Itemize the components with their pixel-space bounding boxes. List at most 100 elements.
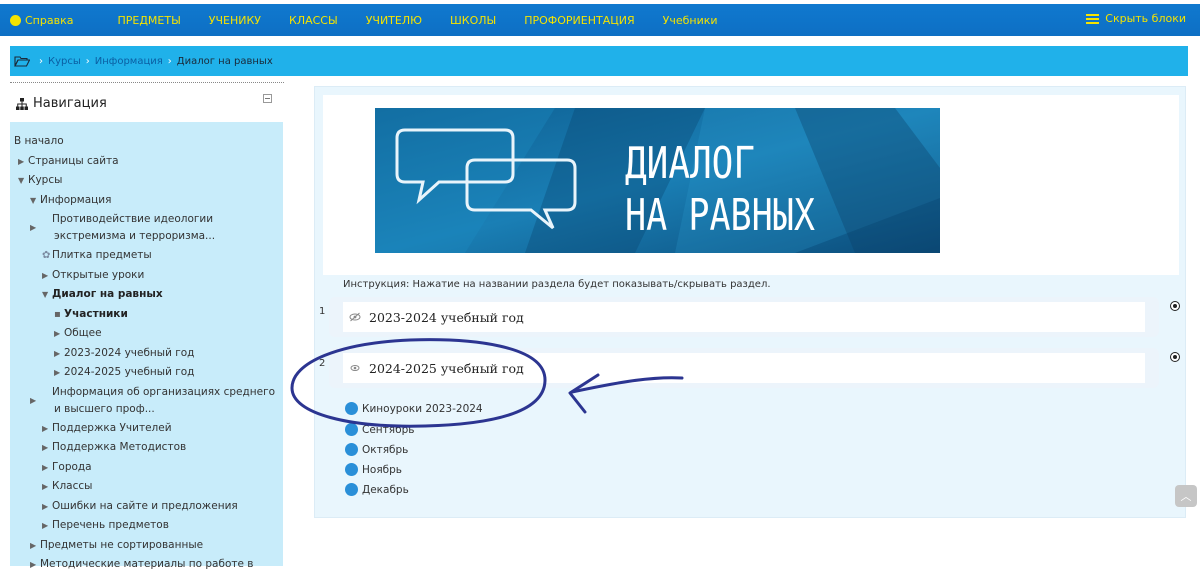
nav-label: Перечень предметов: [52, 519, 169, 531]
nav-info[interactable]: ▼ Информация: [10, 191, 283, 211]
caret-down-icon: ▼: [42, 290, 49, 299]
caret-right-icon: ▶: [42, 482, 49, 491]
hide-blocks-button[interactable]: Скрыть блоки: [1086, 12, 1186, 25]
nav-label: Открытые уроки: [52, 268, 145, 281]
breadcrumb-current: Диалог на равных: [176, 55, 273, 67]
section-1-title[interactable]: 2023-2024 учебный год: [343, 302, 1145, 332]
nav-teacher-support[interactable]: ▶ Поддержка Учителей: [10, 419, 283, 439]
nav-label: Поддержка Методистов: [52, 441, 187, 453]
help-link[interactable]: Справка: [10, 12, 73, 28]
nav-label: 2024-2025 учебный год: [64, 366, 195, 378]
nav-subjects-list[interactable]: ▶ Перечень предметов: [10, 516, 283, 536]
nav-classes[interactable]: ▶ Классы: [10, 477, 283, 497]
section-1-label: 2023-2024 учебный год: [369, 309, 524, 325]
link-september[interactable]: Сентябрь: [345, 423, 414, 436]
nav-label: Поддержка Учителей: [52, 421, 172, 434]
nav-orgs[interactable]: ▶ Информация об организациях среднего и в…: [10, 383, 283, 419]
caret-right-icon: ▶: [42, 270, 49, 280]
instruction-text: Инструкция: Нажатие на названии раздела …: [343, 279, 771, 290]
course-content: ДИАЛОГ НА РАВНЫХ Инструкция: Нажатие на …: [314, 86, 1186, 518]
caret-right-icon: ▶: [42, 521, 49, 530]
section-2-title[interactable]: 2024-2025 учебный год: [343, 353, 1145, 383]
breadcrumb-courses[interactable]: Курсы: [48, 56, 81, 67]
caret-right-icon: ▶: [42, 423, 49, 433]
nav-extremism[interactable]: ▶ Противодействие идеологии экстремизма и…: [10, 210, 283, 246]
nav-year-2023[interactable]: ▶ 2023-2024 учебный год: [10, 344, 283, 364]
url-link-icon: [345, 483, 358, 496]
menu-teacher[interactable]: УЧИТЕЛЮ: [366, 12, 422, 28]
caret-right-icon: ▶: [30, 560, 37, 569]
url-link-icon: [345, 463, 358, 476]
breadcrumb-info[interactable]: Информация: [95, 56, 163, 67]
caret-right-icon: ▶: [54, 368, 61, 377]
menu-classes[interactable]: КЛАССЫ: [289, 12, 338, 28]
folder-open-icon[interactable]: [14, 55, 30, 67]
link-november[interactable]: Ноябрь: [345, 463, 402, 476]
nav-label: Предметы не сортированные: [40, 538, 204, 551]
nav-label: Ошибки на сайте и предложения: [52, 499, 238, 512]
navigation-block: Навигация В начало ▶ Страницы сайта ▼ Курс…: [10, 82, 284, 570]
top-menu: Справка ПРЕДМЕТЫ УЧЕНИКУ КЛАССЫ УЧИТЕЛЮ …: [10, 12, 746, 28]
top-navbar: Справка ПРЕДМЕТЫ УЧЕНИКУ КЛАССЫ УЧИТЕЛЮ …: [0, 0, 1200, 36]
menu-textbooks[interactable]: Учебники: [663, 12, 718, 28]
nav-label: Страницы сайта: [28, 154, 119, 167]
nav-participants[interactable]: ▪ Участники: [10, 305, 283, 325]
menu-career[interactable]: ПРОФОРИЕНТАЦИЯ: [524, 12, 634, 28]
url-link-icon: [345, 443, 358, 456]
link-december[interactable]: Декабрь: [345, 483, 409, 496]
nav-cities[interactable]: ▶ Города: [10, 458, 283, 478]
caret-right-icon: ▶: [30, 540, 37, 550]
eye-icon[interactable]: [349, 363, 361, 373]
nav-errors[interactable]: ▶ Ошибки на сайте и предложения: [10, 497, 283, 517]
link-label: Сентябрь: [362, 423, 415, 436]
nav-label: Противодействие идеологии экстремизма и …: [52, 213, 216, 242]
caret-right-icon: ▶: [30, 223, 37, 232]
nav-methodist-support[interactable]: ▶ Поддержка Методистов: [10, 438, 283, 458]
nav-year-2024[interactable]: ▶ 2024-2025 учебный год: [10, 363, 283, 383]
scroll-to-top-button[interactable]: ︿: [1175, 485, 1197, 507]
banner-title-line2: НА РАВНЫХ: [625, 190, 815, 241]
section-2-toggle-icon[interactable]: [1170, 352, 1180, 362]
section-number: 1: [319, 306, 326, 317]
url-link-icon: [345, 423, 358, 436]
breadcrumb-separator: ›: [167, 55, 172, 67]
link-kinouroki[interactable]: Киноуроки 2023-2024: [345, 402, 483, 415]
nav-unsorted[interactable]: ▶ Предметы не сортированные: [10, 536, 283, 556]
caret-down-icon: ▼: [30, 195, 37, 205]
nav-home[interactable]: В начало: [10, 132, 283, 152]
nav-open-lessons[interactable]: ▶ Открытые уроки: [10, 266, 283, 286]
eye-slash-icon[interactable]: [349, 312, 361, 322]
nav-label: Информация об организациях среднего и вы…: [52, 385, 276, 415]
nav-dialog[interactable]: ▼ Диалог на равных: [10, 285, 283, 305]
help-globe-icon: [10, 14, 21, 26]
nav-label: Информация: [40, 193, 112, 206]
menu-schools[interactable]: ШКОЛЫ: [450, 12, 496, 28]
hide-blocks-icon: [1086, 13, 1100, 24]
caret-right-icon: ▶: [54, 348, 61, 358]
menu-subjects[interactable]: ПРЕДМЕТЫ: [117, 12, 180, 28]
nav-label: Диалог на равных: [52, 288, 163, 300]
nav-tile-subjects[interactable]: ✿ Плитка предметы: [10, 246, 283, 266]
course-banner: ДИАЛОГ НА РАВНЫХ: [375, 108, 940, 253]
nav-label: Классы: [52, 480, 93, 492]
menu-student[interactable]: УЧЕНИКУ: [209, 12, 261, 28]
nav-general[interactable]: ▶ Общее: [10, 324, 283, 344]
breadcrumb: › Курсы › Информация › Диалог на равных: [10, 46, 1188, 76]
nav-label: Участники: [64, 307, 128, 320]
nav-label: Города: [52, 460, 92, 473]
nav-label: 2023-2024 учебный год: [64, 346, 195, 359]
banner-image: ДИАЛОГ НА РАВНЫХ: [375, 108, 940, 253]
nav-label: Курсы: [28, 174, 63, 186]
divider: [10, 82, 284, 83]
chevron-up-icon: ︿: [1180, 490, 1192, 503]
caret-right-icon: ▶: [18, 156, 25, 166]
link-october[interactable]: Октябрь: [345, 443, 408, 456]
caret-right-icon: ▶: [30, 395, 37, 405]
section-1-toggle-icon[interactable]: [1170, 301, 1180, 311]
section-number: 2: [319, 358, 326, 369]
nav-courses[interactable]: ▼ Курсы: [10, 171, 283, 191]
nav-methodical[interactable]: ▶ Методические материалы по работе в: [10, 555, 283, 575]
nav-site-pages[interactable]: ▶ Страницы сайта: [10, 152, 283, 172]
navigation-title: Навигация: [16, 96, 107, 111]
collapse-block-icon[interactable]: [263, 94, 272, 103]
